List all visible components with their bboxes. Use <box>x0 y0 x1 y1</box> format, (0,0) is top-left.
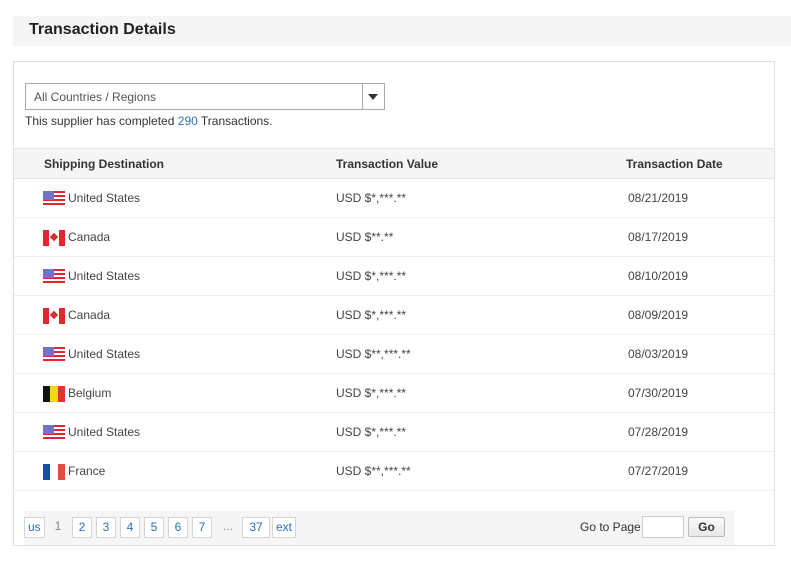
dropdown-selected-value: All Countries / Regions <box>34 90 157 104</box>
transaction-date: 07/30/2019 <box>628 386 689 400</box>
transaction-value: USD $**,***.** <box>336 464 411 478</box>
table-row: United States USD $**,***.** 08/03/2019 <box>14 335 774 374</box>
destination-country: Canada <box>68 308 111 322</box>
us-flag-icon <box>43 191 65 207</box>
belgium-flag-icon <box>43 386 65 402</box>
current-page: 1 <box>54 519 62 533</box>
destination-country: United States <box>68 269 141 283</box>
column-header-value: Transaction Value <box>336 157 439 171</box>
page-button[interactable]: 2 <box>72 517 92 538</box>
transaction-value: USD $*,***.** <box>336 425 407 439</box>
destination-country: United States <box>68 191 141 205</box>
page-button[interactable]: 7 <box>192 517 212 538</box>
page-button[interactable]: 3 <box>96 517 116 538</box>
section-header: Transaction Details <box>13 16 791 46</box>
transaction-panel: All Countries / Regions This supplier ha… <box>13 61 775 546</box>
transaction-date: 07/28/2019 <box>628 425 689 439</box>
page-button[interactable]: 6 <box>168 517 188 538</box>
page-title: Transaction Details <box>29 21 176 38</box>
next-page-button[interactable]: ext <box>272 517 297 538</box>
transaction-value: USD $**.** <box>336 230 394 244</box>
france-flag-icon <box>43 464 65 480</box>
destination-country: United States <box>68 425 141 439</box>
transaction-value: USD $*,***.** <box>336 308 407 322</box>
table-row: United States USD $*,***.** 07/28/2019 <box>14 413 774 452</box>
transaction-value: USD $**,***.** <box>336 347 411 361</box>
canada-flag-icon <box>43 308 65 324</box>
goto-page-label: Go to Page <box>580 520 641 534</box>
transaction-date: 08/21/2019 <box>628 191 689 205</box>
transaction-summary: This supplier has completed 290 Transact… <box>25 114 273 128</box>
last-page-button[interactable]: 37 <box>242 517 270 538</box>
transaction-value: USD $*,***.** <box>336 191 407 205</box>
go-button[interactable]: Go <box>688 517 725 537</box>
table-row: Canada USD $*,***.** 08/09/2019 <box>14 296 774 335</box>
country-region-dropdown[interactable]: All Countries / Regions <box>25 83 385 110</box>
page-button[interactable]: 5 <box>144 517 164 538</box>
table-header: Shipping Destination Transaction Value T… <box>14 148 774 179</box>
table-row: United States USD $*,***.** 08/10/2019 <box>14 257 774 296</box>
transaction-date: 08/17/2019 <box>628 230 689 244</box>
transaction-list: United States USD $*,***.** 08/21/2019 Cana… <box>14 179 774 491</box>
table-row: Canada USD $**.** 08/17/2019 <box>14 218 774 257</box>
previous-page-button[interactable]: us <box>24 517 45 538</box>
page-button[interactable]: 4 <box>120 517 140 538</box>
transaction-date: 08/09/2019 <box>628 308 689 322</box>
us-flag-icon <box>43 269 65 285</box>
transaction-count: 290 <box>177 114 198 128</box>
destination-country: Belgium <box>68 386 112 400</box>
us-flag-icon <box>43 347 65 363</box>
table-row: United States USD $*,***.** 08/21/2019 <box>14 179 774 218</box>
caret-down-icon <box>368 94 378 100</box>
goto-page-input[interactable] <box>642 516 684 538</box>
transaction-value: USD $*,***.** <box>336 269 407 283</box>
pagination: us 1 2 3 4 5 6 7 ... 37 ext Go to Page G… <box>24 511 734 545</box>
transaction-date: 08/03/2019 <box>628 347 689 361</box>
transaction-date: 08/10/2019 <box>628 269 689 283</box>
transaction-value: USD $*,***.** <box>336 386 407 400</box>
column-header-destination: Shipping Destination <box>44 157 164 171</box>
column-header-date: Transaction Date <box>626 157 723 171</box>
us-flag-icon <box>43 425 65 441</box>
table-row: France USD $**,***.** 07/27/2019 <box>14 452 774 491</box>
destination-country: United States <box>68 347 141 361</box>
pagination-ellipsis: ... <box>222 519 233 533</box>
table-row: Belgium USD $*,***.** 07/30/2019 <box>14 374 774 413</box>
canada-flag-icon <box>43 230 65 246</box>
transaction-date: 07/27/2019 <box>628 464 689 478</box>
destination-country: Canada <box>68 230 111 244</box>
destination-country: France <box>68 464 106 478</box>
dropdown-toggle[interactable] <box>362 84 384 109</box>
